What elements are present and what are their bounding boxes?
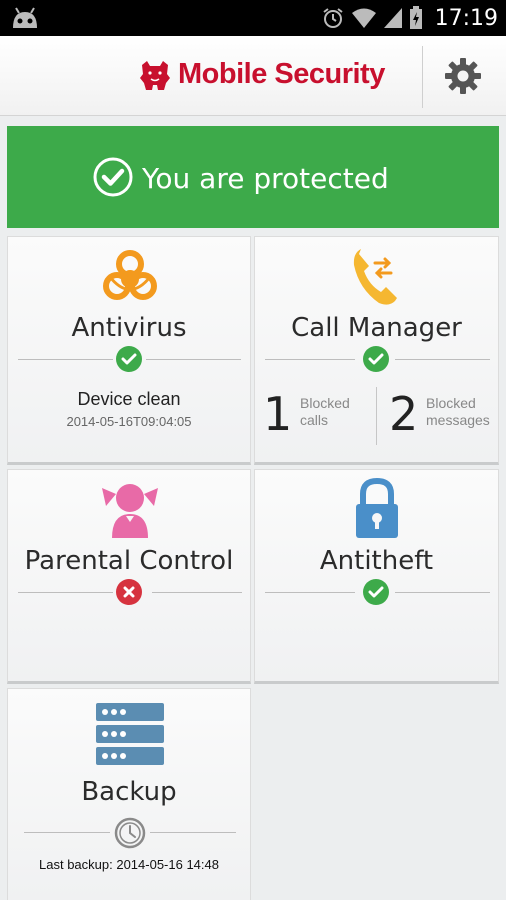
- separator-left: [18, 359, 113, 360]
- clock-icon: [114, 817, 146, 849]
- backup-title: Backup: [81, 777, 177, 807]
- last-backup-text: Last backup: 2014-05-16 14:48: [39, 857, 219, 872]
- blocked-calls-label-line2: calls: [300, 412, 329, 428]
- tile-call-manager[interactable]: Call Manager 1 Blocked calls 2 Blocked m…: [254, 236, 499, 465]
- padlock-icon: [356, 478, 398, 538]
- blocked-messages-count: 2: [389, 387, 419, 441]
- status-ok-icon: [363, 346, 389, 372]
- separator-right: [395, 592, 490, 593]
- biohazard-icon: [103, 250, 157, 300]
- antivirus-status: Device clean: [77, 389, 181, 409]
- clock-time: 17:19: [434, 5, 498, 31]
- blocked-messages-label-line2: messages: [426, 412, 490, 428]
- protection-status-text: You are protected: [142, 162, 389, 195]
- brand: Mobile Security: [138, 58, 385, 91]
- tile-parental-control[interactable]: Parental Control: [7, 469, 251, 684]
- android-icon: [13, 7, 37, 28]
- separator-left: [24, 832, 110, 833]
- separator-right: [150, 832, 236, 833]
- signal-icon: [383, 8, 402, 28]
- server-stack-icon: [96, 703, 164, 765]
- bulldog-logo-icon: [140, 60, 170, 90]
- call-manager-title: Call Manager: [291, 313, 462, 343]
- antitheft-title: Antitheft: [319, 546, 434, 576]
- battery-icon: [409, 6, 422, 29]
- blocked-messages-label: Blocked messages: [426, 395, 490, 429]
- tile-antivirus[interactable]: Antivirus Device clean 2014-05-16T09:04:…: [7, 236, 251, 465]
- blocked-calls-count: 1: [263, 387, 293, 441]
- tile-backup[interactable]: Backup Last backup: 2014-05-16 14:48: [7, 688, 251, 900]
- header-divider: [422, 46, 423, 108]
- separator-right: [146, 359, 241, 360]
- separator-left: [265, 592, 355, 593]
- blocked-calls-label-line1: Blocked: [300, 395, 350, 411]
- separator-left: [265, 359, 355, 360]
- protection-status-banner[interactable]: You are protected: [7, 126, 499, 228]
- app-header: Mobile Security: [0, 36, 506, 116]
- status-ok-icon: [116, 346, 142, 372]
- child-icon: [102, 484, 158, 538]
- check-circle-icon: [93, 157, 133, 197]
- antivirus-last-scan: 2014-05-16T09:04:05: [66, 414, 192, 429]
- parental-control-title: Parental Control: [24, 546, 234, 576]
- gear-icon[interactable]: [444, 57, 482, 95]
- wifi-icon: [351, 8, 376, 28]
- blocked-messages-label-line1: Blocked: [426, 395, 476, 411]
- status-error-icon: [116, 579, 142, 605]
- antivirus-title: Antivirus: [71, 313, 187, 343]
- status-bar: 17:19: [0, 0, 506, 36]
- counts-divider: [376, 387, 377, 445]
- status-ok-icon: [363, 579, 389, 605]
- separator-right: [395, 359, 490, 360]
- app-title: Mobile Security: [178, 58, 385, 90]
- tile-antitheft[interactable]: Antitheft: [254, 469, 499, 684]
- alarm-icon: [322, 8, 343, 28]
- separator-left: [18, 592, 113, 593]
- blocked-calls-label: Blocked calls: [300, 395, 350, 429]
- phone-transfer-icon: [353, 249, 397, 305]
- separator-right: [152, 592, 242, 593]
